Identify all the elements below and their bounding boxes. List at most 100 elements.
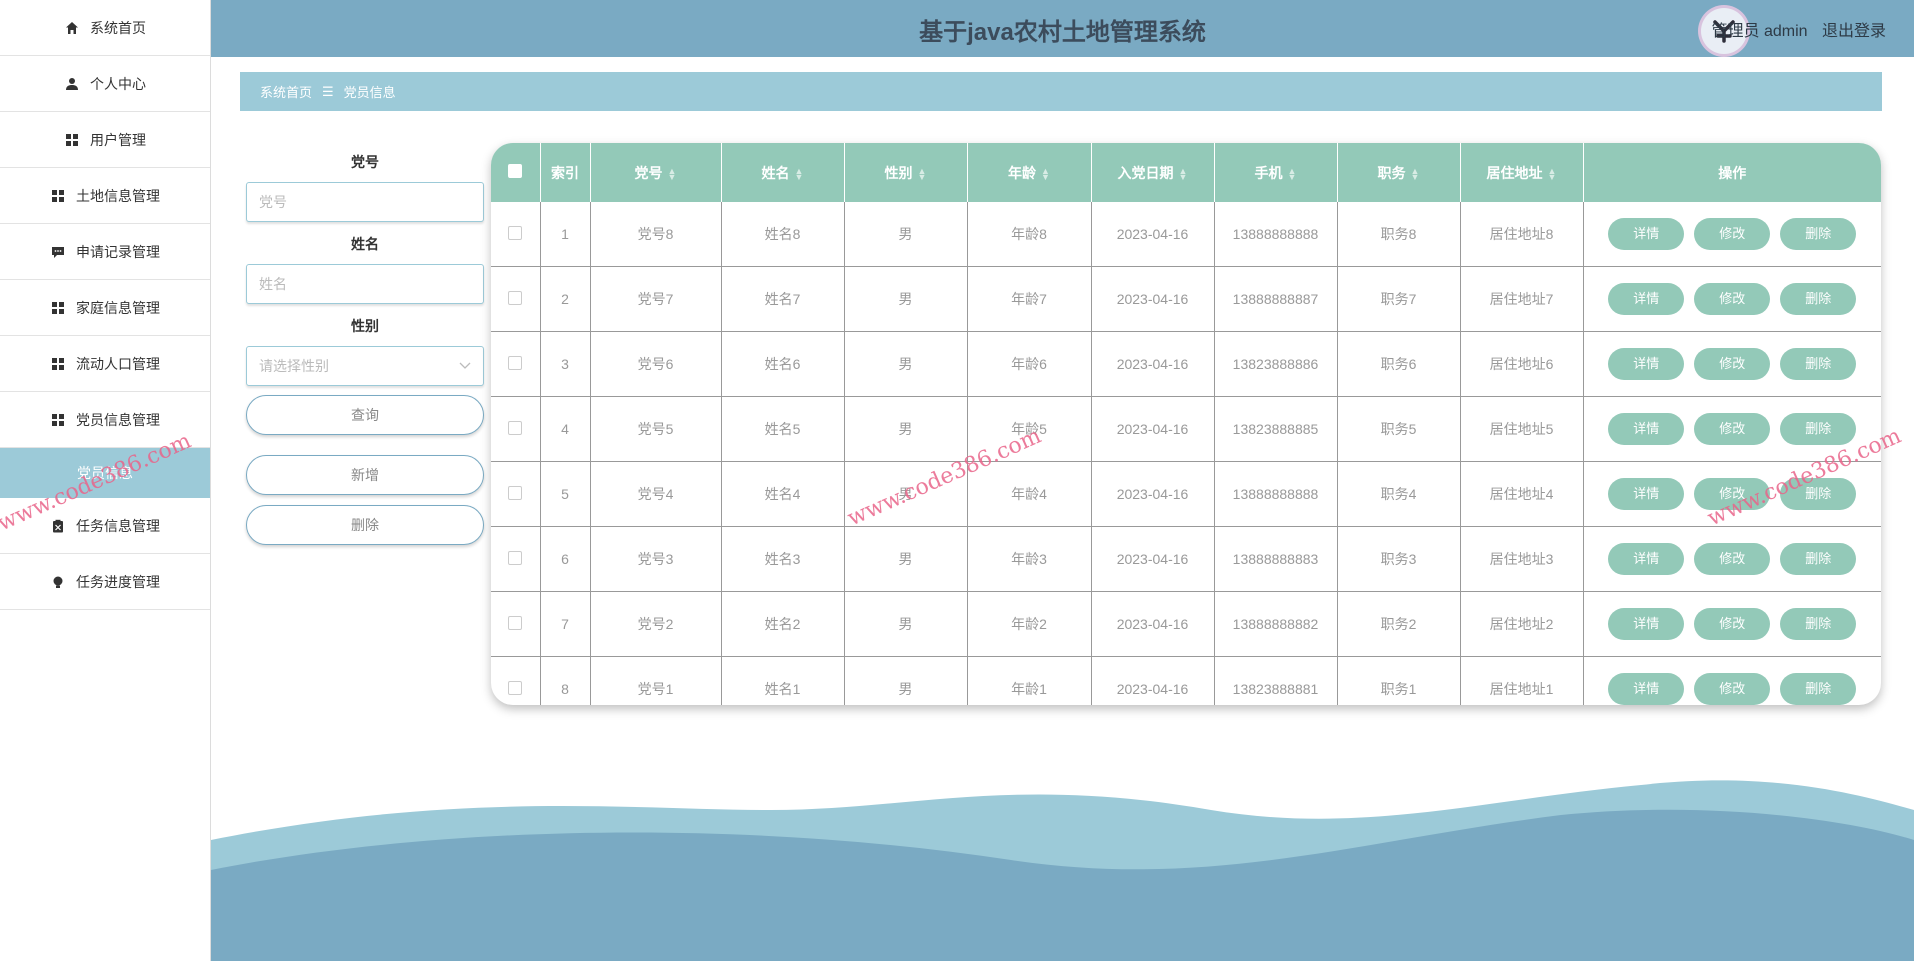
cell-index: 8 [540,656,591,705]
row-select-cell [491,461,541,527]
detail-button[interactable]: 详情 [1608,218,1685,250]
sidebar-item-1[interactable]: 个人中心 [0,56,210,112]
add-button[interactable]: 新增 [246,455,484,495]
delete-button[interactable]: 删除 [1780,673,1857,705]
sort-icon[interactable]: ▲ ▼ [1041,166,1050,181]
detail-button[interactable]: 详情 [1608,283,1685,315]
edit-button[interactable]: 修改 [1694,543,1771,575]
select-all-header[interactable] [491,143,541,202]
detail-button[interactable]: 详情 [1608,608,1685,640]
cell-phone: 13823888886 [1214,331,1338,397]
column-header[interactable]: 性别 ▲ ▼ [844,143,968,202]
sidebar-item-2[interactable]: 用户管理 [0,112,210,168]
cell-address: 居住地址1 [1460,656,1584,705]
batch-delete-button[interactable]: 删除 [246,505,484,545]
table-row: 1 党号8 姓名8 男年龄8 2023-04-16 13888888888 职务8 居住地址8… [491,202,1881,267]
column-header[interactable]: 手机 ▲ ▼ [1214,143,1338,202]
cell-address: 居住地址5 [1460,396,1584,462]
column-header[interactable]: 姓名 ▲ ▼ [721,143,845,202]
chevron-down-icon [459,362,471,369]
name-label: 姓名 [351,236,379,252]
sidebar-item-3[interactable]: 土地信息管理 [0,168,210,224]
detail-button[interactable]: 详情 [1608,348,1685,380]
sort-icon[interactable]: ▲ ▼ [1179,166,1188,181]
detail-button[interactable]: 详情 [1608,543,1685,575]
sidebar-item-after-1[interactable]: 任务进度管理 [0,554,210,610]
delete-button[interactable]: 删除 [1780,543,1857,575]
column-header[interactable]: 职务 ▲ ▼ [1337,143,1461,202]
cell-gender: 男 [844,396,968,462]
sidebar-item-4[interactable]: 申请记录管理 [0,224,210,280]
cell-actions: 详情 修改 删除 [1583,656,1881,705]
breadcrumb-separator-icon: ☰ [322,83,334,99]
edit-button[interactable]: 修改 [1694,348,1771,380]
sort-icon[interactable]: ▲ ▼ [918,166,927,181]
cell-index: 5 [540,461,591,527]
edit-button[interactable]: 修改 [1694,283,1771,315]
column-header-label: 入党日期 [1117,164,1174,181]
grid-icon [50,412,66,428]
header: 基于java农村土地管理系统 管理员 admin 退出登录 [211,0,1914,57]
row-checkbox[interactable] [508,615,523,630]
dangid-input[interactable]: 党号 [246,182,484,222]
row-checkbox[interactable] [508,290,523,305]
row-checkbox[interactable] [508,225,523,240]
select-all-checkbox[interactable] [508,164,523,178]
edit-button[interactable]: 修改 [1694,218,1771,250]
cell-address: 居住地址3 [1460,526,1584,592]
delete-button[interactable]: 删除 [1780,608,1857,640]
sort-icon[interactable]: ▲ ▼ [668,166,677,181]
detail-button[interactable]: 详情 [1608,413,1685,445]
logout-link[interactable]: 退出登录 [1822,23,1886,40]
row-checkbox[interactable] [508,485,523,500]
cell-index: 4 [540,396,591,462]
column-header: 操作 [1583,143,1881,202]
cell-gender: 男 [844,331,968,397]
column-header-label: 手机 [1254,164,1283,181]
table-header-row: 索引 党号 ▲ ▼ 姓名 ▲ ▼ 性别 ▲ ▼ 年龄 ▲ ▼ 入党日期 ▲ ▼ 手机 ▲ ▼ 职务 ▲ ▼ 居住地址 ▲ ▼ 操作 [491,143,1881,202]
delete-button[interactable]: 删除 [1780,413,1857,445]
breadcrumb-home[interactable]: 系统首页 [260,82,312,101]
column-header-label: 年龄 [1008,164,1037,181]
gender-select-placeholder: 请选择性别 [259,358,329,374]
cell-date: 2023-04-16 [1091,526,1215,592]
edit-button[interactable]: 修改 [1694,673,1771,705]
column-header[interactable]: 居住地址 ▲ ▼ [1460,143,1584,202]
column-header[interactable]: 年龄 ▲ ▼ [967,143,1092,202]
detail-button[interactable]: 详情 [1608,673,1685,705]
sort-icon[interactable]: ▲ ▼ [795,166,804,181]
sort-icon[interactable]: ▲ ▼ [1548,166,1557,181]
edit-button[interactable]: 修改 [1694,608,1771,640]
delete-button[interactable]: 删除 [1780,283,1857,315]
delete-button[interactable]: 删除 [1780,218,1857,250]
detail-button[interactable]: 详情 [1608,478,1685,510]
cell-dangid: 党号6 [590,331,722,397]
row-checkbox[interactable] [508,680,523,695]
column-header[interactable]: 党号 ▲ ▼ [590,143,722,202]
name-input[interactable]: 姓名 [246,264,484,304]
gender-select[interactable]: 请选择性别 [246,346,484,386]
row-checkbox[interactable] [508,550,523,565]
row-checkbox[interactable] [508,355,523,370]
wave-decoration [211,780,1914,961]
row-select-cell [491,591,541,657]
sidebar-item-0[interactable]: 系统首页 [0,0,210,56]
cell-job: 职务6 [1337,331,1461,397]
sidebar-item-label: 系统首页 [90,19,146,36]
delete-button[interactable]: 删除 [1780,348,1857,380]
user-label: 管理员 admin [1711,23,1808,40]
sort-icon[interactable]: ▲ ▼ [1411,166,1420,181]
sort-icon[interactable]: ▲ ▼ [1288,166,1297,181]
cell-name: 姓名8 [721,202,845,267]
grid-icon [50,300,66,316]
bulb-icon [50,574,66,590]
query-button[interactable]: 查询 [246,395,484,435]
column-header[interactable]: 入党日期 ▲ ▼ [1091,143,1215,202]
table-row: 6 党号3 姓名3 男年龄3 2023-04-16 13888888883 职务3 居住地址3… [491,526,1881,592]
row-checkbox[interactable] [508,420,523,435]
cell-name: 姓名1 [721,656,845,705]
cell-address: 居住地址7 [1460,266,1584,332]
sidebar-item-5[interactable]: 家庭信息管理 [0,280,210,336]
sidebar-item-6[interactable]: 流动人口管理 [0,336,210,392]
edit-button[interactable]: 修改 [1694,413,1771,445]
